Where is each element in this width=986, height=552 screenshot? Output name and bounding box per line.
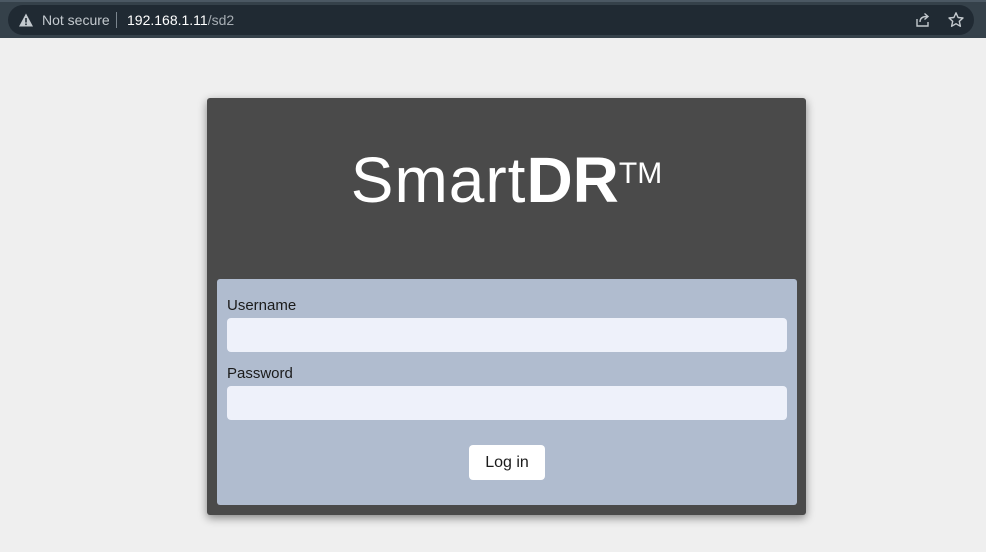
login-card: SmartDRTM Username Password Log in — [207, 98, 806, 515]
password-input[interactable] — [227, 386, 787, 420]
security-status-label[interactable]: Not secure — [42, 12, 110, 28]
smartdr-logo: SmartDRTM — [207, 148, 806, 230]
username-label: Username — [227, 297, 297, 314]
login-form: Username Password Log in — [217, 279, 797, 505]
warning-icon[interactable] — [18, 12, 34, 28]
omnibox-divider — [116, 12, 117, 28]
star-icon[interactable] — [947, 11, 965, 29]
address-bar[interactable]: Not secure 192.168.1.11/sd2 — [8, 5, 974, 35]
logo-text-smart: Smart — [350, 144, 527, 216]
url-host: 192.168.1.11 — [127, 12, 208, 28]
password-label: Password — [227, 365, 293, 382]
username-input[interactable] — [227, 318, 787, 352]
share-icon[interactable] — [914, 11, 932, 29]
url-text[interactable]: 192.168.1.11/sd2 — [127, 12, 234, 28]
login-button[interactable]: Log in — [469, 445, 545, 480]
trademark-mark: TM — [618, 157, 663, 190]
logo-text-dr: DR — [526, 144, 619, 216]
browser-toolbar: Not secure 192.168.1.11/sd2 — [0, 0, 986, 38]
url-path: /sd2 — [207, 12, 235, 28]
